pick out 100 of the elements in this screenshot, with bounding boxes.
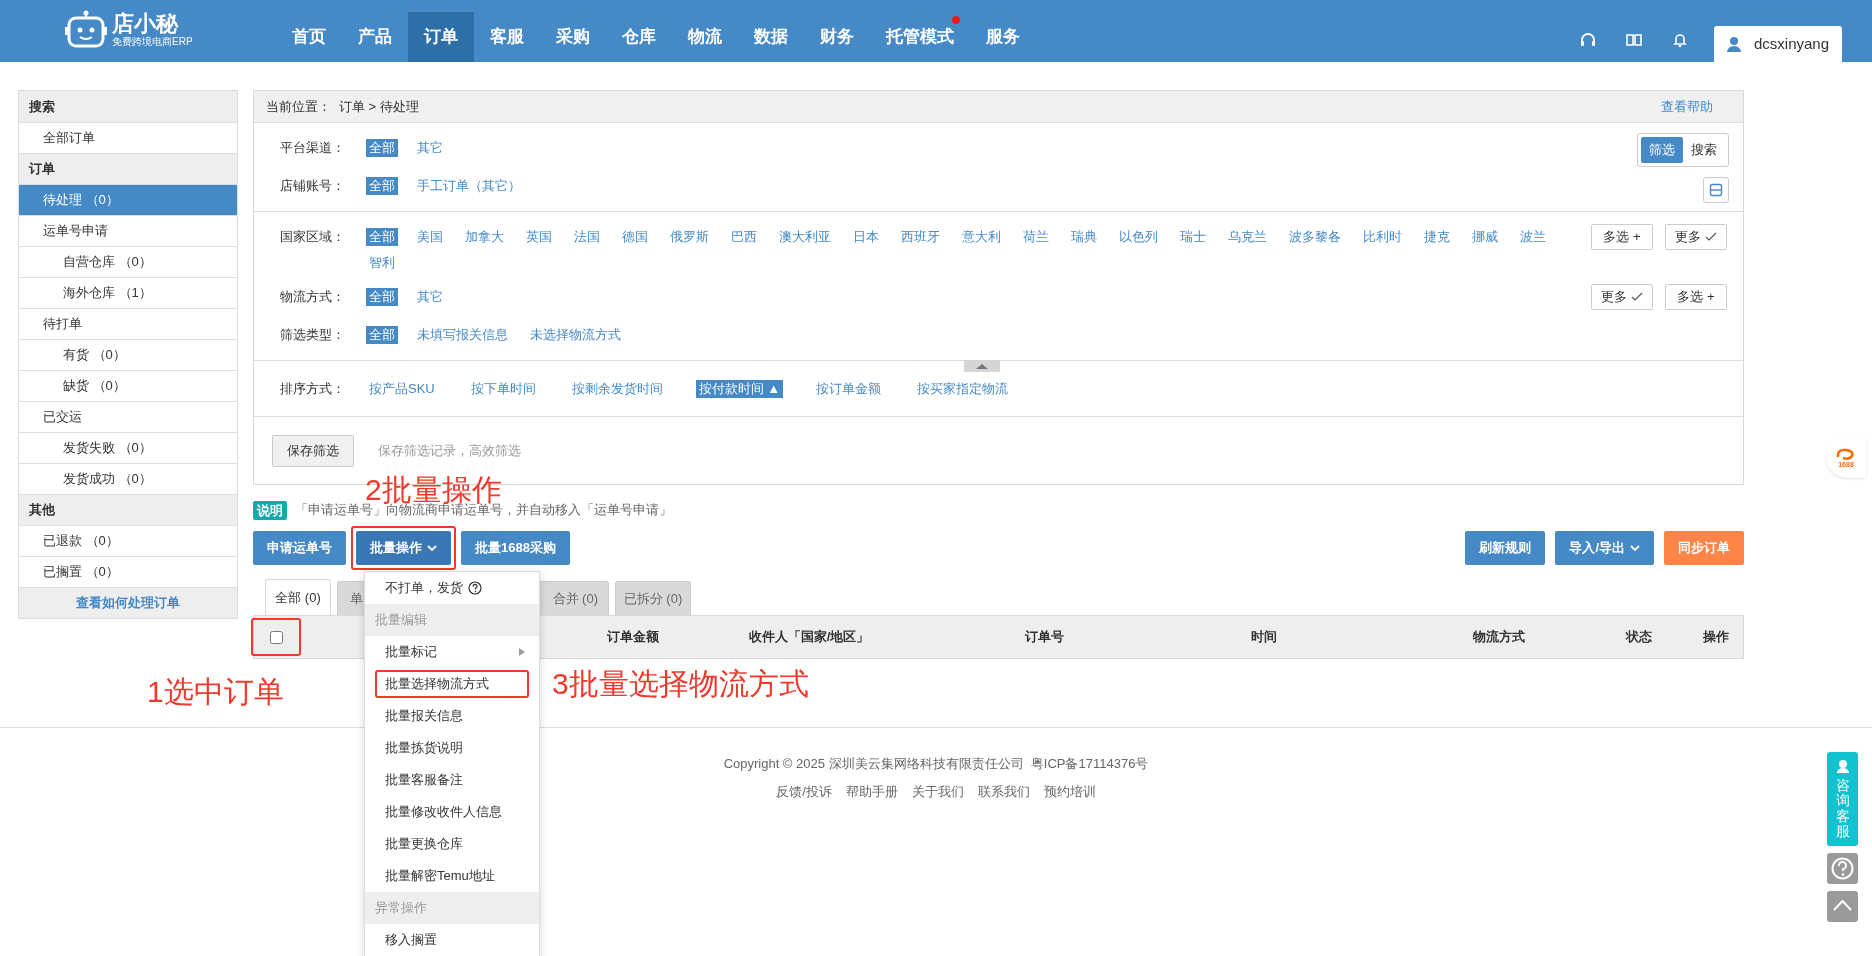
filter-option[interactable]: 意大利 [959, 228, 1004, 246]
nav-tab[interactable]: 托管模式 [870, 12, 970, 62]
username: dcsxinyang [1754, 33, 1830, 54]
filter-option[interactable]: 按买家指定物流 [914, 379, 1012, 398]
filter-option[interactable]: 其它 [414, 288, 446, 306]
dropdown-button[interactable]: 批量操作 [356, 531, 451, 565]
more-button[interactable]: 更多 [1665, 224, 1727, 250]
menu-item[interactable]: 批量拣货说明 [375, 734, 529, 762]
save-filter-hint: 保存筛选记录，高效筛选 [378, 441, 521, 460]
more-button[interactable]: 更多 [1591, 284, 1653, 310]
filter-option[interactable]: 波兰 [1517, 228, 1549, 246]
swirl-logo-icon [1835, 446, 1857, 461]
nav-tab[interactable]: 财务 [804, 12, 870, 62]
filter-option[interactable]: 以色列 [1116, 228, 1161, 246]
filter-option[interactable]: 按订单金额 [813, 379, 885, 398]
menu-item[interactable]: 批量更换仓库 [375, 830, 529, 858]
filter-option[interactable]: 瑞士 [1177, 228, 1209, 246]
filter-option[interactable]: 全部 [366, 288, 398, 306]
filter-option[interactable]: 未选择物流方式 [527, 326, 624, 344]
filter-option[interactable]: 日本 [850, 228, 882, 246]
bell-icon[interactable] [1672, 32, 1688, 48]
footer-link[interactable]: 预约培训 [1043, 781, 1096, 801]
help-link[interactable]: 查看如何处理订单 [19, 587, 237, 618]
select-all-checkbox[interactable] [269, 630, 283, 644]
filter-option[interactable]: 英国 [523, 228, 555, 246]
filter-option[interactable]: 未填写报关信息 [414, 326, 511, 344]
menu-item[interactable]: 批量客服备注 [375, 766, 529, 794]
column-header: 时间 [1250, 628, 1278, 647]
filter-option[interactable]: 德国 [619, 228, 651, 246]
action-button[interactable]: 申请运单号 [253, 531, 346, 565]
nav-tab[interactable]: 客服 [474, 12, 540, 62]
column-header: 操作 [1702, 628, 1730, 647]
filter-option[interactable]: 全部 [366, 228, 398, 246]
user-menu[interactable]: dcsxinyang [1714, 26, 1842, 62]
order-tab[interactable]: 已拆分 (0) [615, 581, 691, 615]
help-icon[interactable] [1827, 852, 1858, 884]
filter-option[interactable]: 按下单时间 [467, 379, 539, 398]
filter-option[interactable]: 智利 [366, 254, 398, 272]
collapse-tab-icon[interactable] [964, 360, 1000, 372]
filter-option[interactable]: 按产品SKU [366, 379, 438, 398]
menu-item[interactable]: 批量修改收件人信息 [375, 798, 529, 826]
footer-link[interactable]: 关于我们 [911, 781, 964, 801]
filter-option[interactable]: 按剩余发货时间 [568, 379, 666, 398]
nav-tab[interactable]: 数据 [738, 12, 804, 62]
filter-option[interactable]: 巴西 [728, 228, 760, 246]
nav-tab[interactable]: 首页 [276, 12, 342, 62]
nav-tab[interactable]: 采购 [540, 12, 606, 62]
multi-select-button[interactable]: 多选 + [1591, 224, 1653, 250]
action-button[interactable]: 刷新规则 [1465, 531, 1546, 565]
sidebar-section-title: 其他 [19, 494, 237, 525]
filter-option[interactable]: 捷克 [1421, 228, 1453, 246]
nav-tab[interactable]: 产品 [342, 12, 408, 62]
filter-option[interactable]: 西班牙 [898, 228, 943, 246]
book-icon[interactable] [1626, 32, 1642, 48]
dropdown-button[interactable]: 导入/导出 [1555, 531, 1654, 565]
headset-icon[interactable] [1580, 32, 1596, 48]
filter-option[interactable]: 挪威 [1469, 228, 1501, 246]
filter-option[interactable]: 其它 [414, 139, 446, 157]
filter-label: 国家区域： [280, 228, 346, 246]
nav-tab[interactable]: 物流 [672, 12, 738, 62]
nav-tab[interactable]: 服务 [970, 12, 1036, 62]
order-tab[interactable]: 全部 (0) [265, 579, 331, 615]
menu-item[interactable]: 移入搁置 [375, 926, 529, 954]
view-toggle-option[interactable]: 筛选 [1641, 137, 1683, 163]
action-button[interactable]: 批量1688采购 [461, 531, 570, 565]
nav-tab[interactable]: 仓库 [606, 12, 672, 62]
footer-link[interactable]: 反馈/投诉 [776, 781, 832, 801]
filter-option[interactable]: 加拿大 [462, 228, 507, 246]
menu-item[interactable]: 批量标记 [375, 638, 529, 666]
logo-text: 店小秘 [112, 13, 180, 35]
filter-option[interactable]: 澳大利亚 [776, 228, 834, 246]
filter-option[interactable]: 荷兰 [1020, 228, 1052, 246]
filter-option[interactable]: 乌克兰 [1225, 228, 1270, 246]
filter-option[interactable]: 瑞典 [1068, 228, 1100, 246]
menu-item[interactable]: 批量解密Temu地址 [375, 862, 529, 890]
filter-option[interactable]: 波多黎各 [1286, 228, 1344, 246]
save-filter-button[interactable]: 保存筛选 [272, 434, 354, 467]
logo-tagline: 免费跨境电商ERP [112, 37, 193, 47]
filter-option[interactable]: 按付款时间 ▲ [695, 379, 784, 398]
help-link[interactable]: 查看帮助 [1661, 96, 1713, 117]
menu-item[interactable]: 批量报关信息 [375, 702, 529, 730]
footer-link[interactable]: 帮助手册 [845, 781, 898, 801]
action-button[interactable]: 同步订单 [1664, 531, 1744, 565]
consult-service-button[interactable]: 咨询客服 [1827, 752, 1858, 846]
back-to-top-icon[interactable] [1827, 890, 1858, 922]
filter-option[interactable]: 全部 [366, 139, 398, 157]
filter-label: 筛选类型： [280, 326, 346, 344]
sidebar-item[interactable]: 待处理 （0） [19, 184, 237, 215]
nav-tab[interactable]: 订单 [408, 12, 474, 62]
filter-option[interactable]: 法国 [571, 228, 603, 246]
filter-option[interactable]: 俄罗斯 [667, 228, 712, 246]
breadcrumb-path[interactable]: 订单 > 待处理 [339, 96, 419, 117]
filter-option[interactable]: 美国 [414, 228, 446, 246]
multi-select-button[interactable]: 多选 + [1665, 284, 1727, 310]
menu-item[interactable]: 批量选择物流方式 [375, 670, 529, 698]
filter-option[interactable]: 手工订单（其它） [414, 177, 524, 195]
footer-link[interactable]: 联系我们 [977, 781, 1030, 801]
filter-option[interactable]: 全部 [366, 177, 398, 195]
filter-option[interactable]: 全部 [366, 326, 398, 344]
filter-option[interactable]: 比利时 [1360, 228, 1405, 246]
